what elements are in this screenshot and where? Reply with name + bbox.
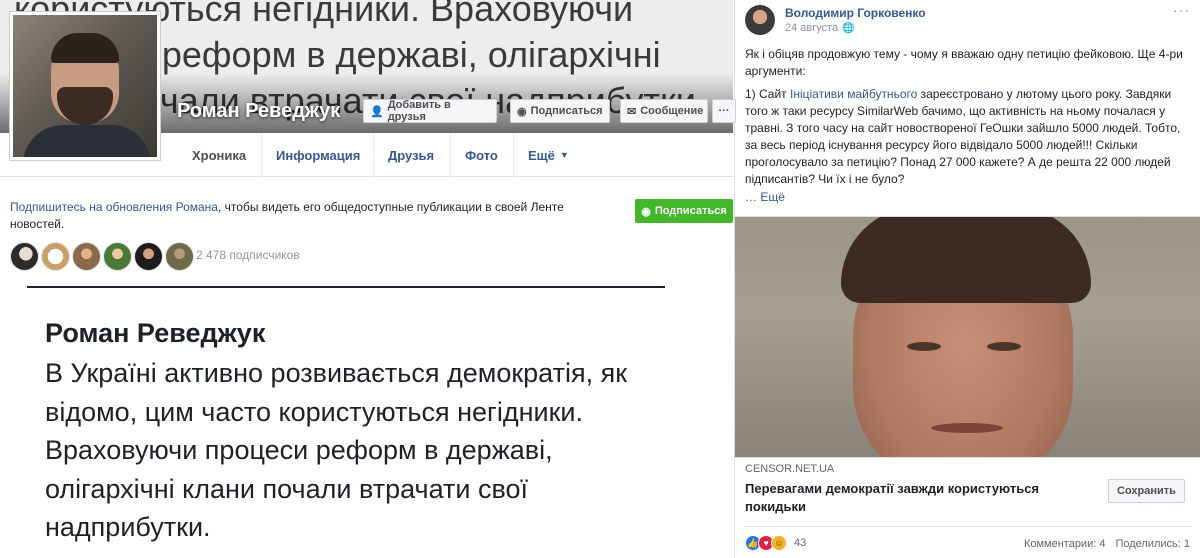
message-label: Сообщение [640, 105, 704, 117]
profile-panel: користуються негідники. Враховуючи проце… [0, 0, 736, 558]
rss-icon: ◉ [641, 205, 651, 218]
follow-button[interactable]: ◉ Подписаться [635, 199, 733, 223]
follow-prompt-box: Подпишитесь на обновления Романа, чтобы … [0, 186, 733, 286]
post-stats: Комментарии: 4 Поделились: 1 [1024, 538, 1190, 550]
add-friend-label: Добавить в друзья [387, 99, 451, 123]
tab-friends[interactable]: Друзья [373, 133, 450, 177]
quote-post: Роман Реведжук В Україні активно розвива… [0, 290, 733, 558]
follow-prompt-link[interactable]: Подпишитесь на обновления Романа [10, 200, 218, 214]
see-more-link[interactable]: … Ещё [745, 190, 785, 204]
shared-post: Володимир Горковенко 24 августа 🌐 ··· Як… [734, 0, 1200, 558]
divider [27, 286, 665, 288]
follower-avatar[interactable] [165, 242, 194, 271]
add-friend-icon: 👤 [370, 105, 384, 118]
shares-count[interactable]: Поделились: 1 [1115, 538, 1190, 550]
link-preview-image[interactable] [735, 216, 1200, 458]
post-date: 24 августа 🌐 [785, 22, 855, 34]
messenger-icon: ✉ [627, 105, 637, 118]
follower-avatar[interactable] [134, 242, 163, 271]
add-friend-button[interactable]: 👤 Добавить в друзья [363, 99, 497, 123]
post-paragraph-2: 1) Сайт Ініціативи майбутнього зареєстро… [745, 86, 1191, 188]
tab-more[interactable]: Ещё ▼ [513, 133, 583, 177]
quote-post-author: Роман Реведжук [45, 318, 266, 348]
post-paragraph-1: Як і обіцяв продовжую тему - чому я вваж… [745, 47, 1183, 78]
rss-icon: ◉ [517, 105, 527, 118]
profile-name[interactable]: Роман Реведжук [177, 100, 340, 123]
paragraph-rest: зареєстровано у лютому цього року. Завдя… [745, 87, 1181, 186]
follower-avatar[interactable] [10, 242, 39, 271]
follower-avatar[interactable] [72, 242, 101, 271]
paragraph-prefix: 1) Сайт [745, 87, 791, 101]
profile-picture[interactable] [10, 12, 160, 160]
subscriber-count[interactable]: 2 478 подписчиков [196, 248, 300, 262]
save-button[interactable]: Сохранить [1108, 479, 1185, 503]
follow-cover-label: Подписаться [530, 105, 603, 117]
post-menu-icon[interactable]: ··· [1173, 2, 1190, 18]
follower-avatar[interactable] [103, 242, 132, 271]
tab-timeline[interactable]: Хроника [178, 133, 260, 177]
link-source: CENSOR.NET.UA [745, 463, 835, 475]
post-date-text[interactable]: 24 августа [785, 22, 838, 34]
follow-prompt-text: Подпишитесь на обновления Романа, чтобы … [10, 199, 610, 233]
message-button[interactable]: ✉ Сообщение [620, 99, 708, 123]
tab-photos[interactable]: Фото [450, 133, 513, 177]
link-title[interactable]: Перевагами демократії завжди користуютьс… [745, 480, 1085, 516]
author-name[interactable]: Володимир Горковенко [785, 6, 926, 20]
author-avatar[interactable] [745, 5, 775, 35]
initiative-link[interactable]: Ініціативи майбутнього [790, 87, 917, 101]
caret-down-icon: ▼ [559, 150, 569, 160]
tab-about[interactable]: Информация [261, 133, 372, 177]
follower-avatar[interactable] [41, 242, 70, 271]
follower-avatars [10, 242, 194, 271]
reaction-count: 43 [794, 537, 807, 549]
divider [745, 526, 1191, 527]
more-options-icon: ··· [718, 105, 730, 117]
follow-cover-button[interactable]: ◉ Подписаться [510, 99, 610, 123]
reactions-summary[interactable]: 👍 ♥ ☺ 43 [745, 535, 806, 551]
more-options-button[interactable]: ··· [712, 99, 736, 123]
post-text: Як і обіцяв продовжую тему - чому я вваж… [745, 46, 1191, 194]
haha-reaction-icon: ☺ [771, 535, 787, 551]
follow-button-label: Подписаться [654, 205, 727, 217]
tab-more-label: Ещё [528, 147, 555, 163]
comments-count[interactable]: Комментарии: 4 [1024, 538, 1106, 550]
globe-icon: 🌐 [842, 22, 855, 34]
quote-post-body: В Україні активно розвивається демократі… [45, 358, 628, 542]
